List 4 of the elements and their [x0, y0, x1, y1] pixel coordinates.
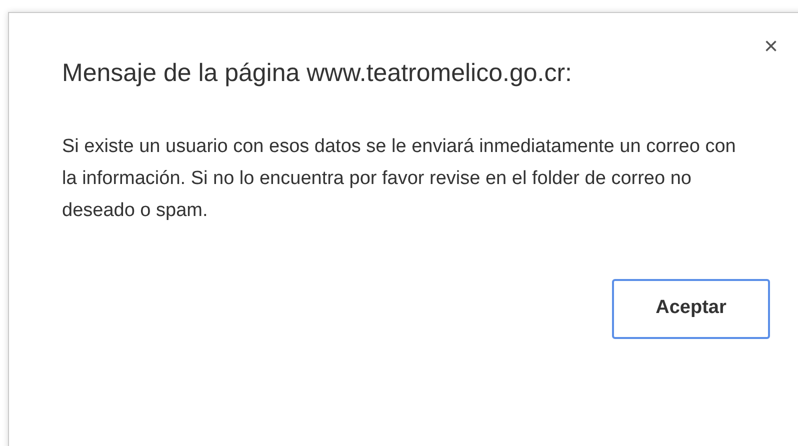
dialog-message: Si existe un usuario con esos datos se le enviará inmediatamente un correo con la información. Si no lo encuentra por favor revise en el folder de correo no deseado o spam.	[62, 134, 737, 222]
dialog-title: Mensaje de la página www.teatromelico.go.cr:	[62, 58, 572, 89]
close-button[interactable]: ×	[764, 35, 778, 59]
accept-button[interactable]: Aceptar	[612, 278, 770, 338]
